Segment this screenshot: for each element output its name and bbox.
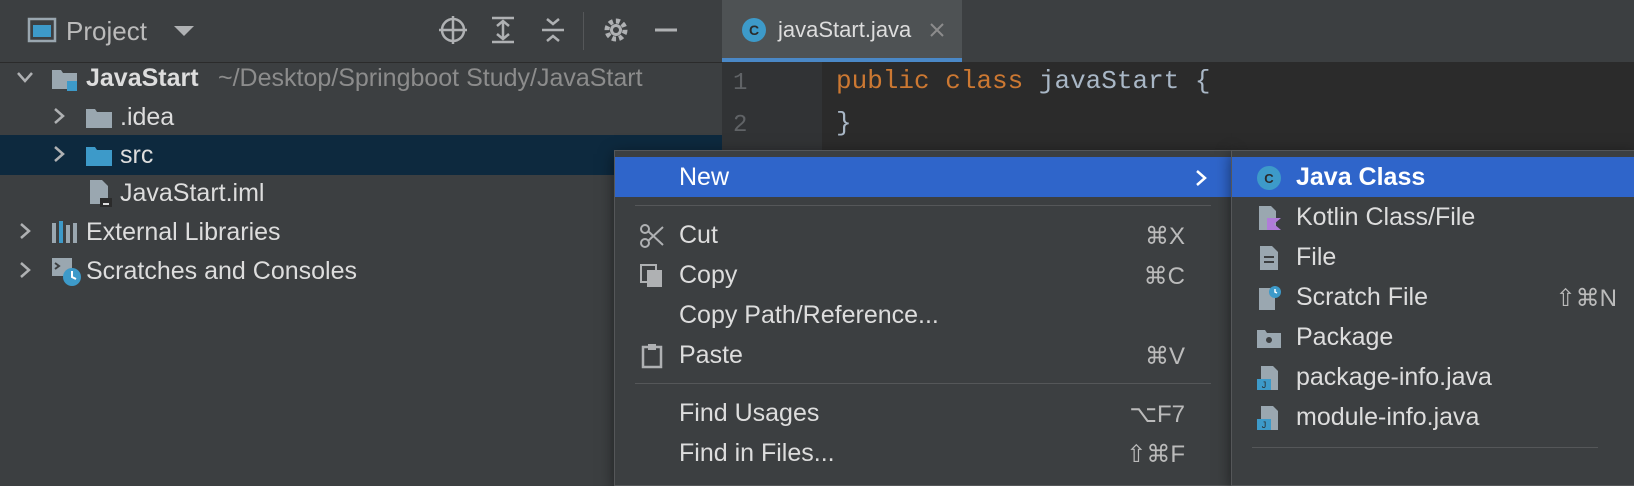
iml-file-icon bbox=[90, 180, 112, 207]
project-header: Project bbox=[0, 0, 722, 63]
shortcut-label: ⌘X bbox=[1144, 223, 1185, 250]
svg-text:C: C bbox=[1264, 171, 1274, 186]
shortcut-label: ⌘V bbox=[1144, 343, 1185, 370]
shortcut-label: ⇧⌘F bbox=[1126, 441, 1185, 468]
menu-item-copy[interactable]: Copy ⌘C bbox=[615, 255, 1231, 295]
chevron-right-icon[interactable] bbox=[14, 259, 36, 281]
tree-row-root[interactable]: JavaStart ~/Desktop/Springboot Study/Jav… bbox=[0, 58, 722, 98]
clipboard-icon bbox=[641, 344, 663, 369]
keyword-public: public bbox=[836, 66, 930, 96]
code-line-2[interactable]: } bbox=[836, 108, 852, 138]
tab-javastart[interactable]: C javaStart.java bbox=[722, 0, 962, 62]
submenu-item-package[interactable]: Package bbox=[1232, 317, 1634, 357]
svg-text:C: C bbox=[749, 22, 759, 38]
external-libraries-label: External Libraries bbox=[86, 218, 281, 246]
new-submenu: C Java Class Kotlin Class/File File Scra… bbox=[1231, 150, 1634, 486]
kotlin-file-icon bbox=[1259, 206, 1281, 230]
shortcut-label: ⇧⌘N bbox=[1555, 285, 1617, 312]
copy-icon bbox=[640, 264, 662, 287]
submenu-item-file[interactable]: File bbox=[1232, 237, 1634, 277]
menu-item-cut[interactable]: Cut ⌘X bbox=[615, 215, 1231, 255]
project-window-icon bbox=[27, 17, 57, 43]
submenu-item-package-info[interactable]: J package-info.java bbox=[1232, 357, 1634, 397]
submenu-item-label: package-info.java bbox=[1296, 363, 1492, 391]
menu-item-find-in-files[interactable]: Find in Files... ⇧⌘F bbox=[615, 433, 1231, 473]
submenu-item-label: Kotlin Class/File bbox=[1296, 203, 1476, 231]
java-file-icon: J bbox=[1257, 406, 1278, 430]
menu-separator bbox=[635, 383, 1211, 384]
line-number: 2 bbox=[733, 112, 748, 139]
libraries-icon bbox=[52, 221, 77, 243]
module-folder-icon bbox=[52, 70, 77, 91]
submenu-item-module-info[interactable]: J module-info.java bbox=[1232, 397, 1634, 437]
submenu-item-label: module-info.java bbox=[1296, 403, 1480, 431]
menu-item-label: Find Usages bbox=[679, 399, 820, 427]
dropdown-triangle-icon[interactable] bbox=[168, 14, 200, 46]
class-name: javaStart bbox=[1038, 66, 1180, 96]
scratches-icon bbox=[52, 258, 81, 286]
project-title[interactable]: Project bbox=[66, 16, 147, 47]
svg-text:J: J bbox=[1262, 420, 1267, 430]
menu-item-paste[interactable]: Paste ⌘V bbox=[615, 335, 1231, 375]
package-icon bbox=[1257, 330, 1281, 348]
submenu-item-label: Package bbox=[1296, 323, 1394, 351]
iml-file-label: JavaStart.iml bbox=[120, 179, 265, 207]
menu-item-label: Copy Path/Reference... bbox=[679, 301, 939, 329]
java-class-icon: C bbox=[742, 18, 766, 42]
root-path: ~/Desktop/Springboot Study/JavaStart bbox=[218, 64, 643, 92]
scratch-file-icon bbox=[1259, 286, 1281, 310]
src-folder-label: src bbox=[120, 141, 154, 169]
menu-separator bbox=[635, 205, 1211, 206]
idea-folder-label: .idea bbox=[120, 103, 175, 131]
svg-text:J: J bbox=[1262, 380, 1267, 390]
line-number: 1 bbox=[733, 70, 748, 97]
minimize-icon[interactable] bbox=[650, 14, 682, 46]
tree-row-idea[interactable]: .idea bbox=[0, 97, 722, 137]
submenu-item-label: File bbox=[1296, 243, 1337, 271]
submenu-item-label: Java Class bbox=[1296, 163, 1426, 191]
tab-label: javaStart.java bbox=[778, 17, 912, 42]
keyword-class: class bbox=[945, 66, 1024, 96]
java-class-icon: C bbox=[1257, 166, 1281, 190]
expand-all-icon[interactable] bbox=[487, 14, 519, 46]
menu-item-label: Cut bbox=[679, 221, 718, 249]
close-brace: } bbox=[836, 108, 852, 138]
code-line-1[interactable]: public class javaStart { bbox=[836, 66, 1211, 96]
locate-icon[interactable] bbox=[437, 14, 469, 46]
collapse-all-icon[interactable] bbox=[537, 14, 569, 46]
submenu-item-kotlin[interactable]: Kotlin Class/File bbox=[1232, 197, 1634, 237]
folder-icon bbox=[86, 109, 112, 128]
chevron-down-icon[interactable] bbox=[14, 66, 36, 88]
java-file-icon: J bbox=[1257, 366, 1278, 390]
shortcut-label: ⌥F7 bbox=[1129, 401, 1185, 428]
menu-item-new[interactable]: New bbox=[615, 157, 1231, 197]
chevron-right-icon[interactable] bbox=[14, 220, 36, 242]
menu-item-label: Find in Files... bbox=[679, 439, 835, 467]
shortcut-label: ⌘C bbox=[1143, 263, 1185, 290]
submenu-item-label: Scratch File bbox=[1296, 283, 1428, 311]
chevron-right-icon[interactable] bbox=[48, 143, 70, 165]
scratches-label: Scratches and Consoles bbox=[86, 257, 357, 285]
source-folder-icon bbox=[86, 147, 112, 166]
submenu-item-scratch-file[interactable]: Scratch File ⇧⌘N bbox=[1232, 277, 1634, 317]
gear-icon[interactable] bbox=[600, 14, 632, 46]
close-icon[interactable] bbox=[927, 20, 947, 40]
chevron-right-icon[interactable] bbox=[48, 105, 70, 127]
root-name: JavaStart bbox=[86, 64, 199, 92]
menu-item-label: Copy bbox=[679, 261, 738, 289]
menu-item-label: Paste bbox=[679, 341, 743, 369]
submenu-item-java-class[interactable]: C Java Class bbox=[1232, 157, 1634, 197]
scissors-icon bbox=[640, 224, 664, 248]
chevron-right-icon bbox=[1196, 170, 1207, 186]
header-divider bbox=[583, 12, 584, 50]
menu-item-copy-path[interactable]: Copy Path/Reference... bbox=[615, 295, 1231, 335]
menu-item-find-usages[interactable]: Find Usages ⌥F7 bbox=[615, 393, 1231, 433]
open-brace: { bbox=[1194, 66, 1211, 96]
file-icon bbox=[1260, 246, 1278, 270]
context-menu: New Cut ⌘X Copy ⌘C Copy Path/Reference..… bbox=[614, 150, 1232, 486]
menu-separator bbox=[1252, 447, 1598, 448]
menu-item-label: New bbox=[679, 163, 730, 191]
